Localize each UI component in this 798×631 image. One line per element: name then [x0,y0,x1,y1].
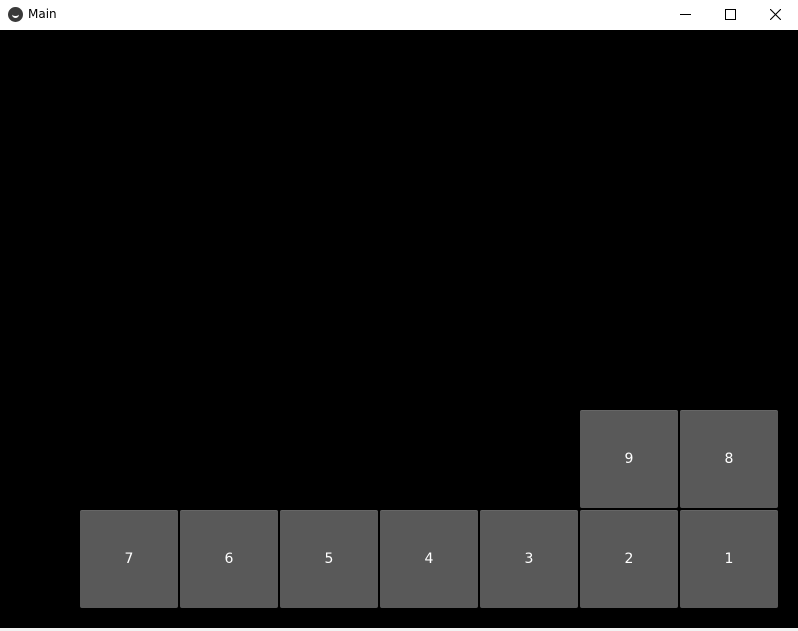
maximize-icon [725,9,736,20]
button-7[interactable]: 7 [80,510,178,608]
button-4[interactable]: 4 [380,510,478,608]
app-logo-icon [8,7,23,22]
button-2[interactable]: 2 [580,510,678,608]
close-button[interactable] [753,0,798,30]
button-8[interactable]: 8 [680,410,778,508]
window-title: Main [28,7,57,21]
maximize-button[interactable] [708,0,753,30]
close-icon [770,9,781,20]
main-canvas: 9 8 7 6 5 4 3 2 1 [0,30,798,631]
button-6[interactable]: 6 [180,510,278,608]
app-window: Main 9 8 7 6 5 4 3 2 1 [0,0,798,631]
title-bar[interactable]: Main [0,0,798,30]
button-3[interactable]: 3 [480,510,578,608]
minimize-icon [680,14,691,15]
button-5[interactable]: 5 [280,510,378,608]
minimize-button[interactable] [663,0,708,30]
button-9[interactable]: 9 [580,410,678,508]
button-1[interactable]: 1 [680,510,778,608]
